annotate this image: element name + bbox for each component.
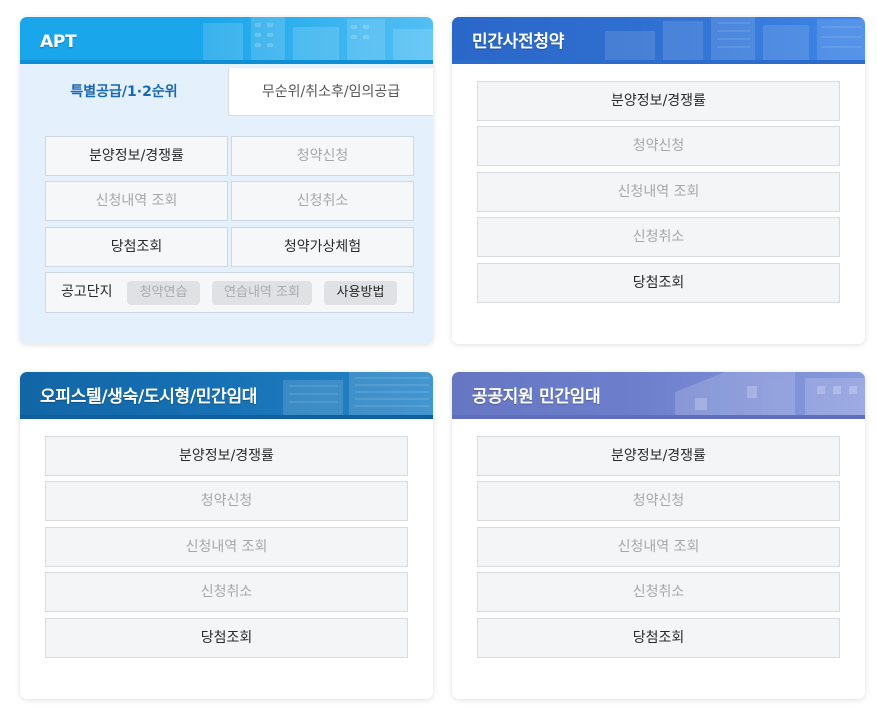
notice-complex-label: 공고단지	[61, 284, 113, 300]
public-rental-header-underline	[452, 415, 865, 419]
tab-special-supply[interactable]: 특별공급/1·2순위	[20, 68, 228, 116]
public-rental-title: 공공지원 민간임대	[472, 387, 601, 407]
notice-complex-row: 공고단지 청약연습 연습내역 조회 사용방법	[45, 272, 414, 313]
apt-header-underline	[20, 60, 433, 64]
officetel-apply-button[interactable]: 청약신청	[45, 481, 408, 521]
public-rental-winner-check-button[interactable]: 당첨조회	[477, 618, 840, 658]
officetel-sale-info-button[interactable]: 분양정보/경쟁률	[45, 436, 408, 476]
pre-sale-winner-check-button[interactable]: 당첨조회	[477, 263, 840, 303]
house-decoration-icon	[675, 372, 865, 415]
pre-sale-card-header: 민간사전청약	[452, 17, 865, 64]
officetel-card-header: 오피스텔/생숙/도시형/민간임대	[20, 372, 433, 419]
pre-sale-info-button[interactable]: 분양정보/경쟁률	[477, 81, 840, 121]
public-rental-history-button[interactable]: 신청내역 조회	[477, 527, 840, 567]
pre-sale-header-underline	[452, 60, 865, 64]
apt-cancel-application-button[interactable]: 신청취소	[231, 181, 414, 221]
officetel-title: 오피스텔/생숙/도시형/민간임대	[40, 387, 258, 407]
apt-title: APT	[40, 32, 77, 52]
officetel-header-underline	[20, 415, 433, 419]
public-rental-apply-button[interactable]: 청약신청	[477, 481, 840, 521]
practice-history-pill[interactable]: 연습내역 조회	[212, 281, 312, 305]
pre-sale-apply-button[interactable]: 청약신청	[477, 126, 840, 166]
usage-guide-pill[interactable]: 사용방법	[324, 281, 397, 305]
officetel-winner-check-button[interactable]: 당첨조회	[45, 618, 408, 658]
apt-tabs: 특별공급/1·2순위 무순위/취소후/임의공급	[20, 68, 433, 116]
pre-sale-card: 민간사전청약 분양정보/경쟁률 청약신청 신청내역 조회 신청취소 당첨조회	[452, 17, 865, 344]
officetel-cancel-button[interactable]: 신청취소	[45, 572, 408, 612]
apt-virtual-experience-button[interactable]: 청약가상체험	[231, 227, 414, 267]
pre-sale-title: 민간사전청약	[472, 32, 565, 52]
tab-unranked-supply[interactable]: 무순위/취소후/임의공급	[228, 68, 433, 116]
apt-card: APT 특별공급/1·2순위 무순위/취소후/임의공급 분양정보/경쟁률 청약신…	[20, 17, 433, 344]
building-decoration-icon	[203, 17, 433, 60]
apt-card-header: APT	[20, 17, 433, 64]
pre-sale-cancel-button[interactable]: 신청취소	[477, 217, 840, 257]
apt-sale-info-button[interactable]: 분양정보/경쟁률	[45, 136, 228, 176]
apt-winner-check-button[interactable]: 당첨조회	[45, 227, 228, 267]
pre-sale-history-button[interactable]: 신청내역 조회	[477, 172, 840, 212]
building-decoration-icon	[283, 372, 433, 415]
public-rental-cancel-button[interactable]: 신청취소	[477, 572, 840, 612]
public-rental-card: 공공지원 민간임대 분양정보/경쟁률 청약신청 신청내역 조회 신청취소 당첨조…	[452, 372, 865, 699]
public-rental-sale-info-button[interactable]: 분양정보/경쟁률	[477, 436, 840, 476]
apt-apply-button[interactable]: 청약신청	[231, 136, 414, 176]
officetel-card: 오피스텔/생숙/도시형/민간임대 분양정보/경쟁률 청약신청 신청내역 조회 신…	[20, 372, 433, 699]
officetel-history-button[interactable]: 신청내역 조회	[45, 527, 408, 567]
practice-apply-pill[interactable]: 청약연습	[127, 281, 200, 305]
building-decoration-icon	[605, 17, 865, 60]
public-rental-card-header: 공공지원 민간임대	[452, 372, 865, 419]
apt-application-history-button[interactable]: 신청내역 조회	[45, 181, 228, 221]
